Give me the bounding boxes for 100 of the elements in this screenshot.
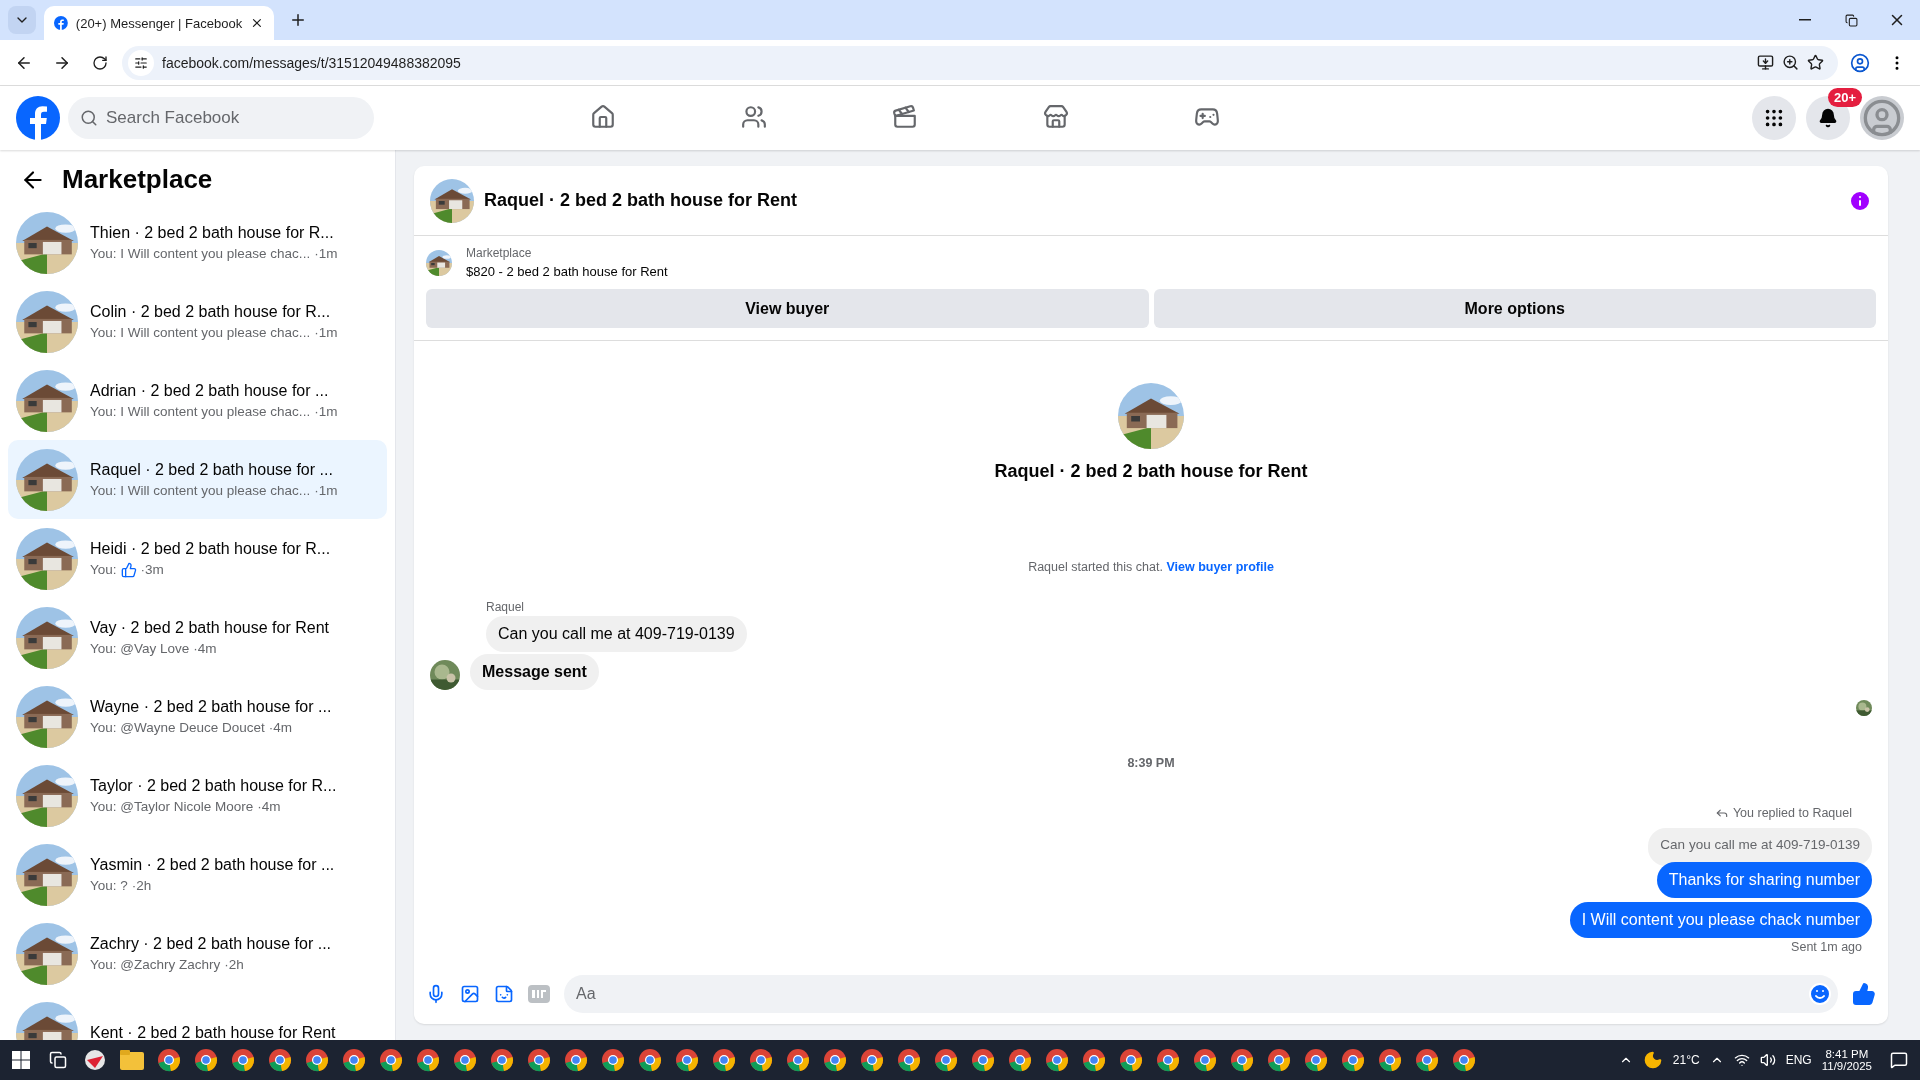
listing-name[interactable]: $820 - 2 bed 2 bath house for Rent — [466, 264, 668, 279]
start-icon[interactable] — [11, 1051, 30, 1069]
conversation-title: Raquel · 2 bed 2 bath house for ... — [90, 461, 334, 479]
like-icon — [120, 561, 137, 578]
chrome-icon[interactable] — [1192, 1048, 1217, 1072]
quoted-message: Can you call me at 409-719-0139 — [1648, 828, 1872, 866]
app-icon[interactable] — [82, 1048, 107, 1072]
home-icon — [589, 103, 616, 130]
weather-icon — [1642, 1050, 1663, 1070]
chrome-icon[interactable] — [859, 1048, 884, 1072]
message-time: ·2h — [224, 957, 244, 972]
sticker-icon[interactable] — [494, 984, 514, 1004]
chrome-icon[interactable] — [526, 1048, 551, 1072]
zoom-icon[interactable] — [1782, 54, 1799, 71]
timestamp: 8:39 PM — [1126, 756, 1176, 770]
message-preview: You: I Will content you please chac... — [90, 325, 311, 340]
browser-tab[interactable]: (20+) Messenger | Facebook — [44, 6, 274, 40]
grid-icon — [1763, 107, 1785, 129]
message-time: ·3m — [140, 562, 164, 577]
action-button[interactable]: View buyer — [426, 289, 1149, 328]
conversation-item[interactable]: Taylor · 2 bed 2 bath house for R... You: @Taylor Nicole Moore ·4m — [8, 756, 387, 835]
chrome-icon[interactable] — [415, 1048, 440, 1072]
chrome-icon[interactable] — [711, 1048, 736, 1072]
chrome-icon[interactable] — [637, 1048, 662, 1072]
chrome-icon[interactable] — [563, 1048, 588, 1072]
chrome-icon[interactable] — [1155, 1048, 1180, 1072]
conversation-item[interactable]: Colin · 2 bed 2 bath house for R... You: I Will content you please chac... ·1m — [8, 282, 387, 361]
conversation-title: Vay · 2 bed 2 bath house for Rent — [90, 619, 329, 637]
conversation-item[interactable]: Yasmin · 2 bed 2 bath house for ... You: ? ·2h — [8, 835, 387, 914]
notification-center-icon[interactable] — [1890, 1051, 1908, 1069]
chrome-icon[interactable] — [1414, 1048, 1439, 1072]
conversation-item[interactable]: Vay · 2 bed 2 bath house for Rent You: @Vay Love ·4m — [8, 598, 387, 677]
chrome-icon[interactable] — [1044, 1048, 1069, 1072]
chrome-icon[interactable] — [970, 1048, 995, 1072]
chrome-icon[interactable] — [341, 1048, 366, 1072]
chat-title: Raquel · 2 bed 2 bath house for Rent — [484, 190, 799, 211]
photo-icon[interactable] — [460, 984, 480, 1004]
conversation-item[interactable]: Thien · 2 bed 2 bath house for R... You: I Will content you please chac... ·1m — [8, 203, 387, 282]
bookmark-star-icon[interactable] — [1807, 54, 1824, 71]
chrome-icon[interactable] — [1229, 1048, 1254, 1072]
restore-icon — [1844, 13, 1858, 27]
chrome-icon[interactable] — [896, 1048, 921, 1072]
facebook-logo[interactable] — [16, 96, 60, 140]
like-icon[interactable] — [1852, 982, 1876, 1006]
chrome-icon[interactable] — [489, 1048, 514, 1072]
chrome-icon[interactable] — [156, 1048, 181, 1072]
task-view-icon[interactable] — [48, 1051, 67, 1069]
message-bubble: Thanks for sharing number — [1656, 862, 1872, 898]
marketplace-icon — [1042, 103, 1069, 130]
conversation-item[interactable]: Heidi · 2 bed 2 bath house for R... You: ·3m — [8, 519, 387, 598]
message-time: ·1m — [314, 325, 338, 340]
chrome-icon[interactable] — [267, 1048, 292, 1072]
chrome-icon[interactable] — [748, 1048, 773, 1072]
buyer-profile-link[interactable]: View buyer profile — [1166, 560, 1274, 574]
conversation-item[interactable]: Adrian · 2 bed 2 bath house for ... You: I Will content you please chac... ·1m — [8, 361, 387, 440]
chrome-icon[interactable] — [1303, 1048, 1328, 1072]
profile-icon[interactable] — [1850, 52, 1870, 73]
chrome-icon[interactable] — [304, 1048, 329, 1072]
chrome-icon[interactable] — [378, 1048, 403, 1072]
address-bar[interactable]: facebook.com/messages/t/31512049488382095 — [122, 45, 1838, 80]
message-time: ·2h — [131, 878, 152, 893]
conversation-item[interactable]: Zachry · 2 bed 2 bath house for ... You: @Zachry Zachry ·2h — [8, 914, 387, 993]
chrome-icon[interactable] — [230, 1048, 255, 1072]
message-preview: You: I Will content you please chac... — [90, 483, 311, 498]
language-indicator[interactable]: ENG — [1785, 1053, 1812, 1067]
chrome-icon[interactable] — [1266, 1048, 1291, 1072]
search-field[interactable]: Search Facebook — [68, 97, 374, 139]
sliders-icon — [134, 55, 148, 70]
microphone-icon[interactable] — [426, 984, 446, 1004]
chrome-icon[interactable] — [1451, 1048, 1476, 1072]
sent-status: Sent 1m ago — [1791, 940, 1862, 954]
chrome-icon[interactable] — [674, 1048, 699, 1072]
chrome-icon[interactable] — [785, 1048, 810, 1072]
menu-grid-button[interactable] — [1752, 96, 1796, 140]
conversation-title: Kent · 2 bed 2 bath house for Rent — [90, 1023, 336, 1040]
chrome-icon[interactable] — [452, 1048, 477, 1072]
chrome-icon[interactable] — [1081, 1048, 1106, 1072]
chrome-icon[interactable] — [822, 1048, 847, 1072]
message-input[interactable]: Aa — [564, 975, 1838, 1013]
conversation-item[interactable]: Raquel · 2 bed 2 bath house for ... You: I Will content you please chac... ·1m — [8, 440, 387, 519]
account-avatar[interactable] — [1860, 96, 1904, 140]
chrome-icon[interactable] — [1007, 1048, 1032, 1072]
install-icon[interactable] — [1757, 54, 1774, 71]
network-icon[interactable] — [1733, 1052, 1750, 1068]
message-time: ·4m — [257, 799, 281, 814]
conversation-title: Yasmin · 2 bed 2 bath house for ... — [90, 856, 335, 874]
conversation-item[interactable]: Wayne · 2 bed 2 bath house for ... You: @Wayne Deuce Doucet ·4m — [8, 677, 387, 756]
chrome-icon[interactable] — [600, 1048, 625, 1072]
chrome-icon[interactable] — [193, 1048, 218, 1072]
folder-icon[interactable] — [119, 1050, 144, 1070]
chrome-icon[interactable] — [1118, 1048, 1143, 1072]
notification-badge: 20+ — [1827, 88, 1862, 107]
action-button[interactable]: More options — [1153, 289, 1876, 328]
tab-list-button[interactable] — [8, 6, 36, 34]
chrome-icon[interactable] — [1377, 1048, 1402, 1072]
chrome-icon[interactable] — [933, 1048, 958, 1072]
volume-icon[interactable] — [1759, 1052, 1776, 1068]
site-info-button[interactable] — [128, 49, 154, 76]
chrome-icon[interactable] — [1340, 1048, 1365, 1072]
message-bubble: Can you call me at 409-719-0139 — [486, 616, 747, 652]
